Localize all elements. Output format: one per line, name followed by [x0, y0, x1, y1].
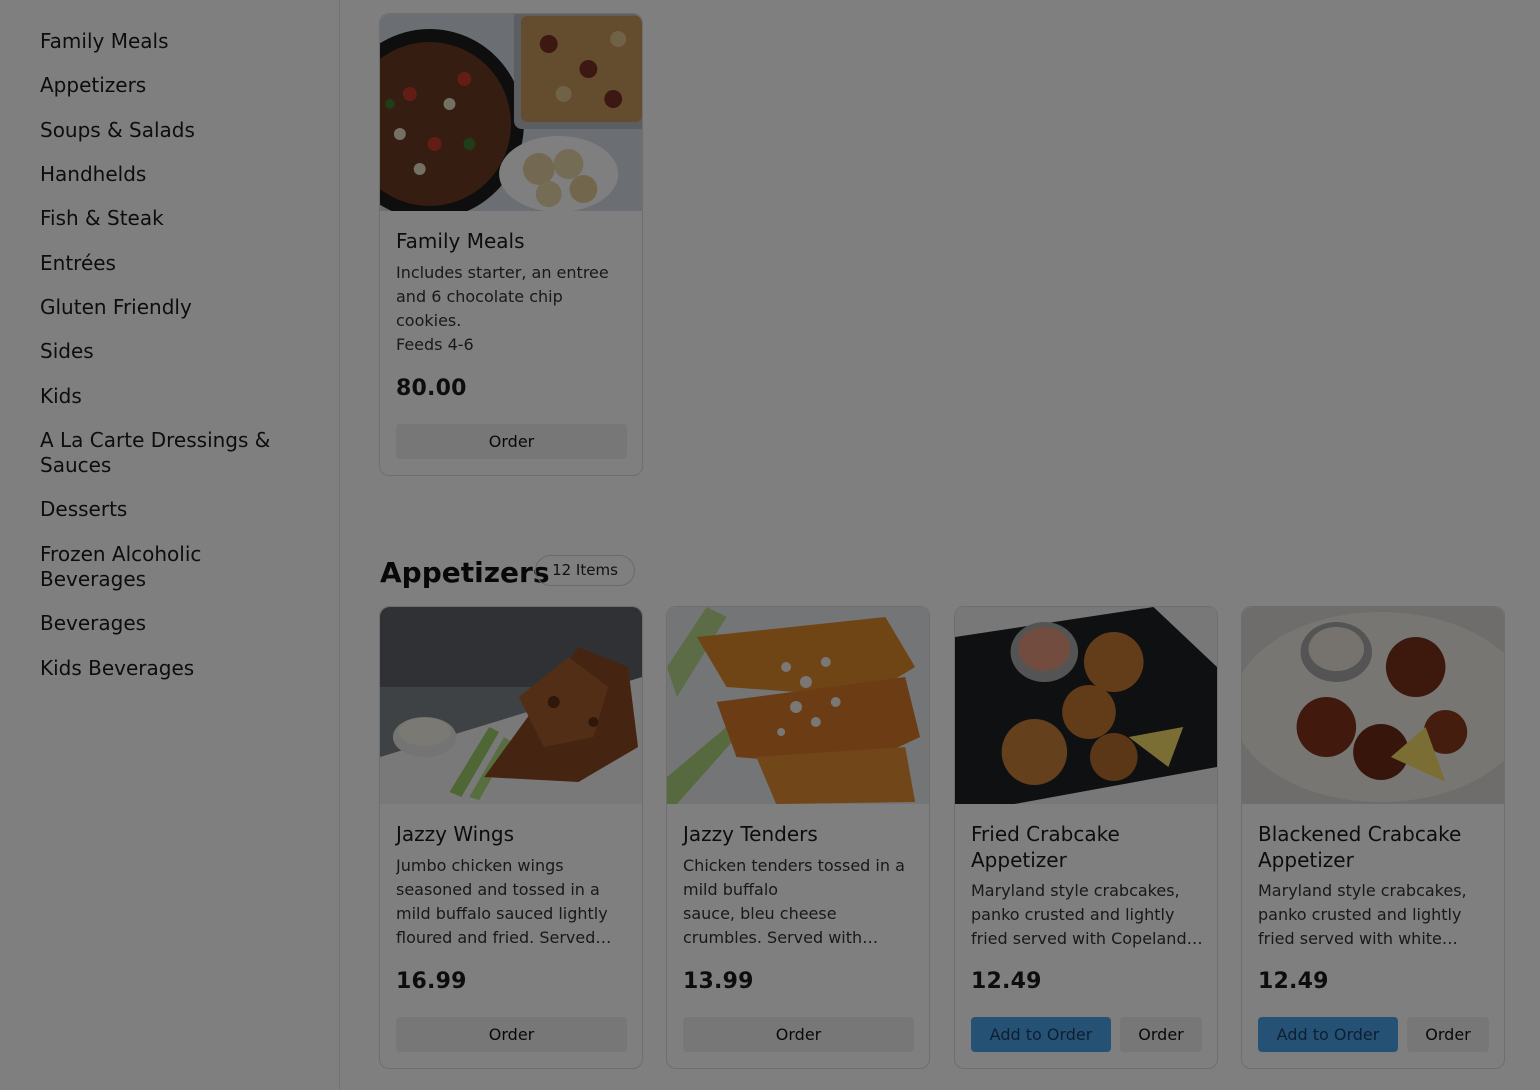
item-description: Includes starter, an entree and 6 chocol…	[396, 263, 609, 354]
sidebar-item-sides[interactable]: Sides	[40, 339, 300, 364]
menu-card-jazzy-tenders[interactable]: Jazzy Tenders Chicken tenders tossed in …	[666, 606, 930, 1069]
order-button[interactable]: Order	[396, 1017, 627, 1052]
item-description: Maryland style crabcakes, panko crusted …	[1258, 881, 1467, 948]
sidebar-item-desserts[interactable]: Desserts	[40, 497, 300, 522]
item-count-badge: 12 Items	[535, 555, 635, 586]
blackened-crabcake-image	[1242, 607, 1504, 804]
menu-card-family-meals[interactable]: Family Meals Includes starter, an entree…	[379, 13, 643, 476]
sidebar-item-fish-steak[interactable]: Fish & Steak	[40, 206, 300, 231]
item-description: Jumbo chicken wings seasoned and tossed …	[396, 856, 612, 947]
sidebar-item-appetizers[interactable]: Appetizers	[40, 73, 300, 98]
sidebar-item-entrees[interactable]: Entrées	[40, 251, 300, 276]
order-button[interactable]: Order	[1120, 1017, 1202, 1052]
menu-card-jazzy-wings[interactable]: Jazzy Wings Jumbo chicken wings seasoned…	[379, 606, 643, 1069]
item-price: 12.49	[1258, 969, 1329, 994]
item-name: Blackened Crabcake Appetizer	[1258, 822, 1462, 872]
sidebar-item-gluten-friendly[interactable]: Gluten Friendly	[40, 295, 300, 320]
order-button[interactable]: Order	[1407, 1017, 1489, 1052]
sidebar-item-beverages[interactable]: Beverages	[40, 611, 300, 636]
item-name: Jazzy Wings	[396, 822, 515, 846]
sidebar-item-kids[interactable]: Kids	[40, 384, 300, 409]
jazzy-wings-image	[380, 607, 642, 804]
item-price: 80.00	[396, 376, 467, 401]
item-name: Fried Crabcake Appetizer	[971, 822, 1120, 872]
fried-crabcake-image	[955, 607, 1217, 804]
item-name: Family Meals	[396, 229, 525, 253]
sidebar-item-frozen-alcoholic-beverages[interactable]: Frozen Alcoholic Beverages	[40, 542, 240, 592]
item-price: 12.49	[971, 969, 1042, 994]
section-title-appetizers: Appetizers	[380, 556, 550, 589]
sidebar-item-family-meals[interactable]: Family Meals	[40, 29, 300, 54]
item-description: Chicken tenders tossed in a mild buffalo…	[683, 856, 905, 947]
order-button[interactable]: Order	[683, 1017, 914, 1052]
item-price: 16.99	[396, 969, 467, 994]
add-to-order-button[interactable]: Add to Order	[971, 1017, 1111, 1052]
menu-card-fried-crabcake[interactable]: Fried Crabcake Appetizer Maryland style …	[954, 606, 1218, 1069]
jazzy-tenders-image	[667, 607, 929, 804]
category-sidebar: Family Meals Appetizers Soups & Salads H…	[0, 0, 340, 1090]
add-to-order-button[interactable]: Add to Order	[1258, 1017, 1398, 1052]
sidebar-item-dressings-sauces[interactable]: A La Carte Dressings & Sauces	[40, 428, 285, 478]
order-button[interactable]: Order	[396, 424, 627, 459]
menu-card-blackened-crabcake[interactable]: Blackened Crabcake Appetizer Maryland st…	[1241, 606, 1505, 1069]
item-price: 13.99	[683, 969, 754, 994]
item-description: Maryland style crabcakes, panko crusted …	[971, 881, 1203, 948]
item-name: Jazzy Tenders	[683, 822, 818, 846]
sidebar-item-soups-salads[interactable]: Soups & Salads	[40, 118, 300, 143]
sidebar-item-handhelds[interactable]: Handhelds	[40, 162, 300, 187]
sidebar-item-kids-beverages[interactable]: Kids Beverages	[40, 656, 300, 681]
family-meals-image	[380, 14, 642, 211]
